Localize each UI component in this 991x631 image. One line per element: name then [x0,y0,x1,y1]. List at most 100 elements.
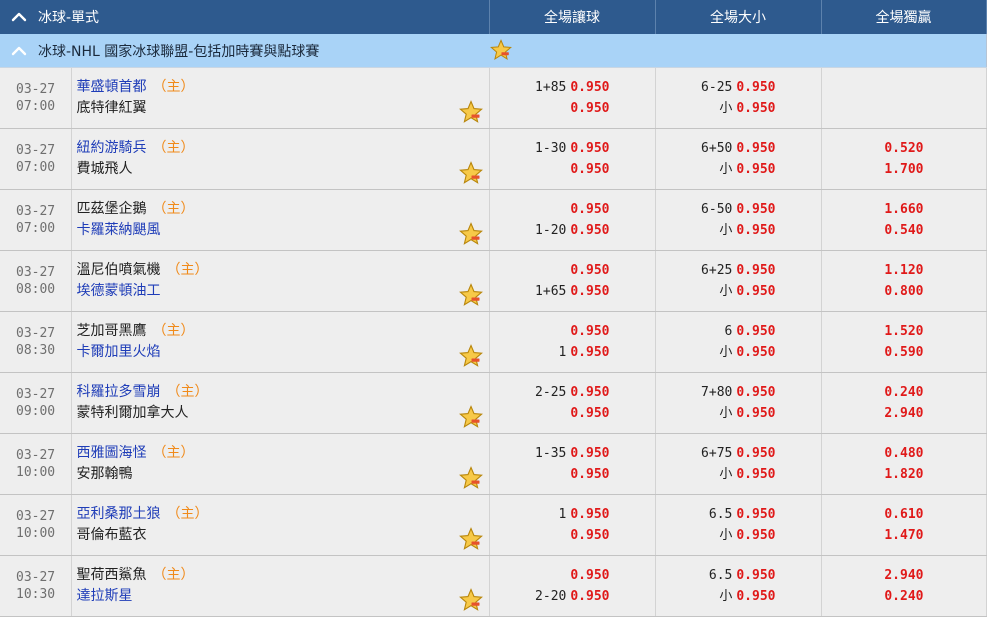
total-over-odds[interactable]: 0.950 [736,80,775,95]
handicap-away-odds[interactable]: 0.950 [570,284,609,299]
total-under-odds[interactable]: 0.950 [736,101,775,116]
total-over-line: 6-25 0.950 [656,77,821,98]
home-team[interactable]: 西雅圖海怪 （主） [72,443,489,464]
chevron-up-icon[interactable] [0,34,38,68]
handicap-value: 1-35 [535,446,567,461]
league-row[interactable]: 冰球-NHL 國家冰球聯盟-包括加時賽與點球賽 [0,34,986,68]
total-over-odds[interactable]: 0.950 [736,507,775,522]
moneyline-home-odds[interactable]: 0.240 [884,385,923,400]
handicap-away-odds[interactable]: 0.950 [570,345,609,360]
moneyline-home-odds[interactable]: 1.120 [884,263,923,278]
moneyline-away-line: 0.590 [822,342,986,363]
moneyline-away-odds[interactable]: 1.700 [884,162,923,177]
moneyline-away-odds[interactable]: 0.800 [884,284,923,299]
away-team[interactable]: 埃德蒙頓油工 [72,281,489,302]
star-icon[interactable] [458,527,483,555]
handicap-away-odds[interactable]: 0.950 [570,528,609,543]
total-under-odds[interactable]: 0.950 [736,589,775,604]
moneyline-home-odds[interactable]: 1.520 [884,324,923,339]
handicap-home-odds[interactable]: 0.950 [570,568,609,583]
home-team-name: 西雅圖海怪 [76,445,147,461]
teams-cell: 聖荷西鯊魚 （主） 達拉斯星 [71,555,490,617]
moneyline-away-odds[interactable]: 0.240 [884,589,923,604]
away-team[interactable]: 卡爾加里火焰 [72,342,489,363]
match-time: 10:30 [16,587,56,602]
star-icon[interactable] [458,588,483,616]
moneyline-home-line: 0.240 [822,382,986,403]
away-team[interactable]: 達拉斯星 [72,586,489,607]
handicap-home-odds[interactable]: 0.950 [570,80,609,95]
home-team[interactable]: 亞利桑那土狼 （主） [72,504,489,525]
away-team[interactable]: 卡羅萊納颶風 [72,220,489,241]
total-under-odds[interactable]: 0.950 [736,223,775,238]
total-cell: 6-50 0.950 小 0.950 [655,189,822,251]
star-icon[interactable] [458,283,483,311]
total-over-odds[interactable]: 0.950 [736,385,775,400]
handicap-home-odds[interactable]: 0.950 [570,324,609,339]
handicap-away-odds[interactable]: 0.950 [570,406,609,421]
moneyline-home-odds[interactable]: 0.610 [884,507,923,522]
moneyline-away-odds[interactable]: 0.590 [884,345,923,360]
star-icon[interactable] [490,39,512,65]
total-under-odds[interactable]: 0.950 [736,528,775,543]
handicap-away-line: 1-20 0.950 [490,220,655,241]
total-under-odds[interactable]: 0.950 [736,162,775,177]
match-time: 07:00 [16,160,56,175]
away-team: 安那翰鴨 [72,464,489,485]
moneyline-away-odds[interactable]: 0.540 [884,223,923,238]
moneyline-away-odds[interactable]: 2.940 [884,406,923,421]
teams-cell: 科羅拉多雪崩 （主） 蒙特利爾加拿大人 [71,372,490,434]
home-marker: （主） [152,201,195,217]
handicap-away-line: 0.950 [490,159,655,180]
total-cell: 6+50 0.950 小 0.950 [655,128,822,190]
home-team[interactable]: 科羅拉多雪崩 （主） [72,382,489,403]
total-over-odds[interactable]: 0.950 [736,141,775,156]
league-name: 冰球-NHL 國家冰球聯盟-包括加時賽與點球賽 [38,43,320,60]
handicap-home-odds[interactable]: 0.950 [570,141,609,156]
total-over-odds[interactable]: 0.950 [736,568,775,583]
total-value: 6+50 [701,141,733,156]
home-team[interactable]: 紐約游騎兵 （主） [72,138,489,159]
home-marker: （主） [152,567,195,583]
moneyline-home-odds[interactable]: 1.660 [884,202,923,217]
handicap-cell: 2-25 0.950 0.950 [489,372,656,434]
handicap-home-odds[interactable]: 0.950 [570,446,609,461]
total-under-odds[interactable]: 0.950 [736,406,775,421]
total-under-odds[interactable]: 0.950 [736,467,775,482]
total-over-odds[interactable]: 0.950 [736,324,775,339]
star-icon[interactable] [458,161,483,189]
moneyline-away-line: 0.800 [822,281,986,302]
total-over-odds[interactable]: 0.950 [736,202,775,217]
moneyline-home-odds[interactable]: 0.480 [884,446,923,461]
handicap-home-odds[interactable]: 0.950 [570,507,609,522]
total-under-odds[interactable]: 0.950 [736,284,775,299]
total-over-odds[interactable]: 0.950 [736,263,775,278]
star-icon[interactable] [458,100,483,128]
handicap-away-odds[interactable]: 0.950 [570,589,609,604]
total-under-odds[interactable]: 0.950 [736,345,775,360]
chevron-up-icon[interactable] [0,0,38,34]
handicap-away-odds[interactable]: 0.950 [570,223,609,238]
handicap-home-odds[interactable]: 0.950 [570,202,609,217]
home-team[interactable]: 華盛頓首都 （主） [72,77,489,98]
moneyline-away-odds[interactable]: 1.470 [884,528,923,543]
star-icon[interactable] [458,344,483,372]
moneyline-home-odds[interactable]: 2.940 [884,568,923,583]
under-label: 小 [719,345,733,360]
away-team: 蒙特利爾加拿大人 [72,403,489,424]
home-team: 匹茲堡企鵝 （主） [72,199,489,220]
star-icon[interactable] [458,222,483,250]
moneyline-away-odds[interactable]: 1.820 [884,467,923,482]
handicap-away-odds[interactable]: 0.950 [570,162,609,177]
handicap-home-odds[interactable]: 0.950 [570,385,609,400]
total-over-odds[interactable]: 0.950 [736,446,775,461]
handicap-home-odds[interactable]: 0.950 [570,263,609,278]
match-time: 10:00 [16,526,56,541]
star-icon[interactable] [458,466,483,494]
star-icon[interactable] [458,405,483,433]
handicap-away-odds[interactable]: 0.950 [570,101,609,116]
col-header-moneyline: 全場獨贏 [821,0,987,34]
handicap-away-odds[interactable]: 0.950 [570,467,609,482]
moneyline-home-odds[interactable]: 0.520 [884,141,923,156]
away-team: 哥倫布藍衣 [72,525,489,546]
